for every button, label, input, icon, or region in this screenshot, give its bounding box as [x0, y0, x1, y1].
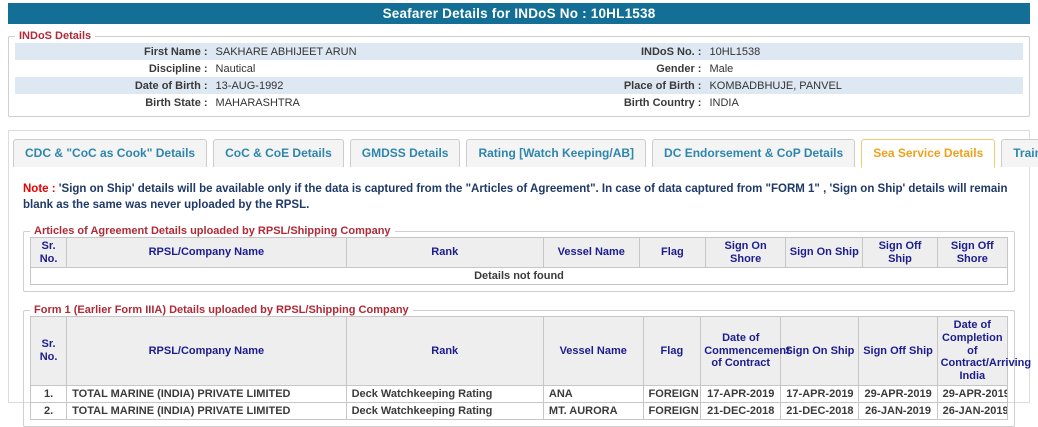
- table-cell: TOTAL MARINE (INDIA) PRIVATE LIMITED: [66, 401, 347, 420]
- column-header: Vessel Name: [542, 316, 644, 386]
- field-value: KOMBADBHUJE, PANVEL: [709, 79, 842, 92]
- note-text: Note : 'Sign on Ship' details will be av…: [23, 182, 1015, 213]
- column-header: Sign Off Ship: [862, 237, 938, 269]
- table-header-row: Sr. No. RPSL/Company Name Rank Vessel Name F…: [29, 237, 1009, 269]
- field-value: INDIA: [709, 96, 739, 109]
- field-label: Discipline :: [148, 62, 208, 75]
- table-cell: 17-APR-2019: [700, 384, 782, 403]
- column-header: Rank: [345, 237, 544, 269]
- column-header: Rank: [345, 316, 544, 386]
- tab-rating-watch-keeping-ab[interactable]: Rating [Watch Keeping/AB]: [466, 139, 647, 167]
- field-label: First Name :: [143, 45, 208, 58]
- table-cell: 17-APR-2019: [780, 384, 860, 403]
- column-header: Sr. No.: [29, 237, 68, 269]
- tab-dc-endorsement-cop-details[interactable]: DC Endorsement & CoP Details: [652, 139, 856, 167]
- column-header: Sign On Ship: [785, 237, 864, 269]
- table-cell: Deck Watchkeeping Rating: [345, 401, 544, 420]
- field-label: INDoS No. :: [640, 45, 702, 58]
- table-cell: 29-APR-2019: [936, 384, 1009, 403]
- tab-sea-service-details[interactable]: Sea Service Details: [861, 139, 996, 168]
- field-value: MAHARASHTRA: [215, 96, 300, 109]
- form1-details-legend: Form 1 (Earlier Form IIIA) Details uploa…: [34, 304, 409, 317]
- indos-detail-row: Discipline : Nautical Gender : Male: [15, 60, 1023, 77]
- table-cell: 1.: [29, 384, 68, 403]
- table-header-row: Sr. No. RPSL/Company Name Rank Vessel Name F…: [29, 316, 1031, 386]
- column-header: Sign Off Ship: [858, 316, 938, 386]
- column-header: Date of Commencement of Contract: [700, 316, 790, 386]
- table-cell: Deck Watchkeeping Rating: [345, 384, 544, 403]
- note-body: 'Sign on Ship' details will be available…: [23, 183, 1008, 211]
- table-cell: FOREIGN: [642, 384, 702, 403]
- table-cell: 2.: [29, 401, 68, 420]
- field-label: Date of Birth :: [134, 79, 208, 92]
- field-label: Birth Country :: [623, 96, 702, 109]
- table-cell: TOTAL MARINE (INDIA) PRIVATE LIMITED: [66, 384, 347, 403]
- table-cell: 21-DEC-2018: [700, 401, 782, 420]
- form1-details-table: Sr. No. RPSL/Company Name Rank Vessel Name F…: [29, 316, 1031, 420]
- agreement-details-legend: Articles of Agreement Details uploaded b…: [34, 225, 391, 238]
- field-value: SAKHARE ABHIJEET ARUN: [215, 45, 357, 58]
- table-cell: 26-JAN-2019: [936, 401, 1009, 420]
- indos-details-legend: INDoS Details: [19, 30, 92, 42]
- page-title: Seafarer Details for INDoS No : 10HL1538: [8, 3, 1030, 24]
- column-header: Sr. No.: [29, 316, 68, 386]
- table-cell: ANA: [542, 384, 644, 403]
- sea-service-panel: CDC & "CoC as Cook" Details CoC & CoE Det…: [8, 130, 1038, 427]
- indos-details-panel: INDoS Details First Name : SAKHARE ABHIJE…: [8, 30, 1030, 117]
- table-cell: MT. AURORA: [542, 401, 644, 420]
- column-header: Sign On Ship: [780, 316, 860, 386]
- column-header: Sign Off Shore: [936, 237, 1009, 269]
- field-label: Place of Birth :: [623, 79, 702, 92]
- agreement-details-panel: Articles of Agreement Details uploaded b…: [23, 225, 1015, 293]
- column-header: RPSL/Company Name: [66, 316, 347, 386]
- field-value: 13-AUG-1992: [215, 79, 284, 92]
- field-value: Nautical: [215, 62, 256, 75]
- table-row: 1. TOTAL MARINE (INDIA) PRIVATE LIMITED De…: [29, 384, 1009, 403]
- tab-gmdss-details[interactable]: GMDSS Details: [349, 139, 461, 167]
- column-header: Sign On Shore: [705, 237, 787, 269]
- indos-detail-row: Date of Birth : 13-AUG-1992 Place of Birth…: [15, 77, 1023, 94]
- column-header: Flag: [642, 316, 702, 386]
- indos-detail-row: Birth State : MAHARASHTRA Birth Country : I…: [15, 94, 1023, 111]
- column-header: RPSL/Company Name: [66, 237, 347, 269]
- table-row: 2. TOTAL MARINE (INDIA) PRIVATE LIMITED De…: [29, 401, 1009, 420]
- table-cell: FOREIGN: [642, 401, 702, 420]
- indos-detail-row: First Name : SAKHARE ABHIJEET ARUN INDoS N…: [15, 43, 1023, 60]
- empty-row: Details not found: [30, 267, 1008, 286]
- table-cell: 21-DEC-2018: [780, 401, 860, 420]
- tab-training-details[interactable]: Training Details: [1001, 139, 1038, 167]
- table-cell: 26-JAN-2019: [858, 401, 938, 420]
- column-header: Flag: [638, 237, 707, 269]
- field-value: Male: [709, 62, 734, 75]
- field-label: Birth State :: [145, 96, 208, 109]
- indos-details-table: First Name : SAKHARE ABHIJEET ARUN INDoS N…: [15, 43, 1023, 111]
- table-cell: 29-APR-2019: [858, 384, 938, 403]
- column-header: Date of Completion of Contract/Arriving …: [936, 316, 1031, 386]
- field-label: Gender :: [656, 62, 702, 75]
- field-value: 10HL1538: [709, 45, 761, 58]
- details-not-found-message: Details not found: [30, 267, 1008, 286]
- form1-details-panel: Form 1 (Earlier Form IIIA) Details uploa…: [23, 304, 1031, 427]
- tab-coc-coe-details[interactable]: CoC & CoE Details: [213, 139, 344, 167]
- note-prefix: Note :: [23, 183, 56, 195]
- column-header: Vessel Name: [542, 237, 640, 269]
- tab-bar: CDC & "CoC as Cook" Details CoC & CoE Det…: [9, 131, 1038, 168]
- agreement-details-table: Sr. No. RPSL/Company Name Rank Vessel Name F…: [29, 237, 1009, 286]
- tab-cdc-coc-as-cook-details[interactable]: CDC & "CoC as Cook" Details: [13, 139, 208, 167]
